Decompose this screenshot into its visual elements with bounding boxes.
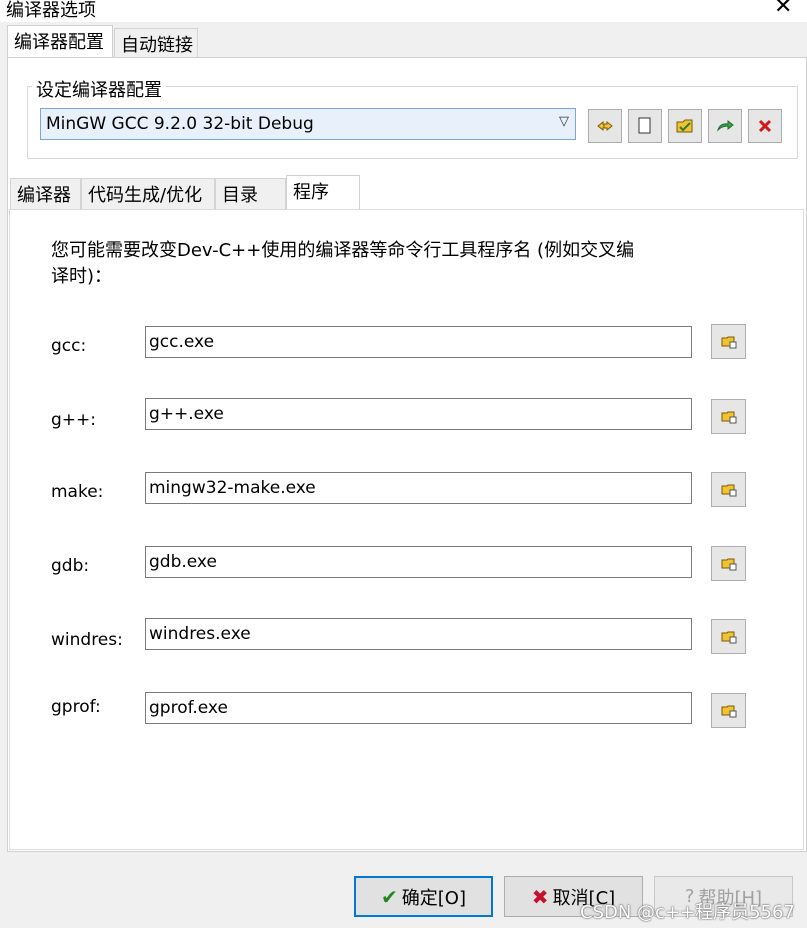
folder-browse-icon — [721, 558, 736, 570]
ok-label: 确定[O] — [401, 887, 466, 909]
new-config-button[interactable] — [628, 109, 662, 143]
ok-button[interactable]: ✔ 确定[O] — [354, 876, 493, 917]
gcc-browse-button[interactable] — [711, 324, 746, 359]
make-field[interactable]: mingw32-make.exe — [145, 472, 692, 504]
folder-browse-icon — [721, 336, 736, 348]
cancel-x-icon: ✖ — [531, 884, 549, 909]
gprof-field[interactable]: gprof.exe — [145, 692, 692, 724]
gpp-label: g++: — [51, 410, 97, 430]
folder-browse-icon — [721, 411, 736, 423]
folder-browse-icon — [721, 631, 736, 643]
programs-panel — [9, 209, 804, 850]
check-icon: ✔ — [381, 884, 398, 909]
title-bar — [0, 0, 807, 22]
gdb-label: gdb: — [51, 556, 90, 576]
tab-directories[interactable]: 目录 — [215, 178, 286, 209]
folder-browse-icon — [721, 705, 736, 717]
rename-icon — [597, 120, 613, 132]
window-title: 编译器选项 — [6, 0, 96, 21]
tab-compiler[interactable]: 编译器 — [10, 178, 81, 209]
gdb-field[interactable]: gdb.exe — [145, 546, 692, 578]
blank-icon — [638, 117, 651, 134]
programs-description: 您可能需要改变Dev-C++使用的编译器等命令行工具程序名 (例如交叉编 译时)… — [51, 238, 671, 290]
gcc-field[interactable]: gcc.exe — [145, 326, 692, 358]
tab-auto-link[interactable]: 自动链接 — [114, 28, 198, 58]
gprof-label: gprof: — [51, 697, 101, 717]
description-line: 译时)： — [51, 266, 113, 287]
tab-programs[interactable]: 程序 — [286, 175, 360, 210]
compiler-config-value: MinGW GCC 9.2.0 32-bit Debug — [46, 114, 314, 134]
delete-icon — [758, 119, 772, 133]
config-group-legend: 设定编译器配置 — [32, 76, 166, 102]
make-label: make: — [51, 482, 104, 502]
delete-config-button[interactable] — [748, 109, 782, 143]
folder-check-icon — [676, 119, 693, 133]
gprof-browse-button[interactable] — [711, 693, 746, 728]
gdb-browse-button[interactable] — [711, 546, 746, 581]
windres-label: windres: — [51, 630, 123, 650]
tab-codegen[interactable]: 代码生成/优化 — [81, 178, 215, 209]
compiler-config-select[interactable]: MinGW GCC 9.2.0 32-bit Debug ▽ — [40, 108, 576, 140]
tab-compiler-config[interactable]: 编译器配置 — [7, 25, 113, 58]
description-line: 您可能需要改变Dev-C++使用的编译器等命令行工具程序名 (例如交叉编 — [51, 240, 635, 261]
windres-browse-button[interactable] — [711, 619, 746, 654]
rename-config-button[interactable] — [588, 109, 622, 143]
close-icon[interactable]: ✕ — [774, 0, 792, 19]
export-icon — [716, 119, 734, 132]
folder-browse-icon — [721, 484, 736, 496]
find-compiler-button[interactable] — [668, 109, 702, 143]
gcc-label: gcc: — [51, 336, 87, 356]
watermark: CSDN @c++程序员5567 — [580, 902, 795, 923]
gpp-field[interactable]: g++.exe — [145, 398, 692, 430]
export-config-button[interactable] — [708, 109, 742, 143]
gpp-browse-button[interactable] — [711, 399, 746, 434]
make-browse-button[interactable] — [711, 472, 746, 507]
windres-field[interactable]: windres.exe — [145, 618, 692, 650]
chevron-down-icon: ▽ — [559, 114, 569, 129]
